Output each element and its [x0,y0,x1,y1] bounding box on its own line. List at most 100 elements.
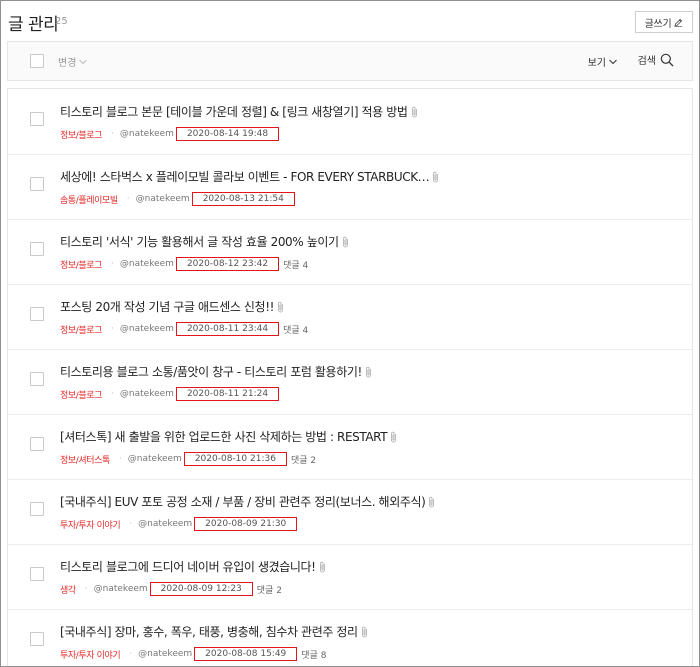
select-all-checkbox[interactable] [30,54,44,68]
paperclip-icon [361,626,367,638]
post-title-text: 티스토리 블로그 본문 [테이블 가운데 정렬] & [링크 새창열기] 적용 … [60,105,408,119]
meta-separator: · [129,519,133,529]
post-meta: 솜통/플레이모빌 · @natekeem 2020-08-13 21:54 [60,192,295,206]
post-title-link[interactable]: 포스팅 20개 작성 기념 구글 애드센스 신청!! [60,298,284,315]
post-row: [국내주식] 장마, 홍수, 폭우, 태풍, 병충해, 침수차 관련주 정리투자… [8,609,692,666]
pencil-icon [674,18,683,27]
post-checkbox[interactable] [30,632,44,646]
chevron-down-icon [79,59,88,64]
paperclip-icon [429,496,435,508]
meta-separator: · [111,259,114,269]
meta-separator: · [111,389,114,399]
post-category-link[interactable]: 투자/투자 이야기 [60,518,121,531]
post-title-link[interactable]: 티스토리 블로그에 드디어 네이버 유입이 생겼습니다! [60,558,326,575]
post-title-link[interactable]: 세상에! 스타벅스 x 플레이모빌 콜라보 이벤트 - FOR EVERY ST… [60,168,439,185]
post-title-link[interactable]: 티스토리 '서식' 기능 활용해서 글 작성 효율 200% 높이기 [60,233,349,250]
paperclip-icon [365,366,371,378]
paperclip-icon [391,431,397,443]
meta-separator: · [129,649,133,659]
post-count: 25 [55,16,68,27]
post-row: 포스팅 20개 작성 기념 구글 애드센스 신청!! 정보/블로그 · @nateke… [8,284,692,350]
post-checkbox[interactable] [30,307,44,321]
post-title-text: 티스토리용 블로그 소통/품앗이 창구 - 티스토리 포럼 활용하기! [60,365,362,379]
write-button-label: 글쓰기 [644,18,672,30]
post-list: 티스토리 블로그 본문 [테이블 가운데 정렬] & [링크 새창열기] 적용 … [7,88,693,666]
post-meta: 정보/블로그 · @natekeem 2020-08-14 19:48 [60,127,280,141]
change-dropdown-label: 변경 [58,58,77,69]
post-meta: 투자/투자 이야기 · @natekeem 2020-08-08 15:49 댓글 8 [60,647,326,661]
post-category-link[interactable]: 정보/블로그 [60,258,102,271]
post-author: @natekeem [135,194,190,204]
list-toolbar: 변경 보기 검색 [7,41,693,81]
meta-separator: · [126,194,130,204]
search-button[interactable]: 검색 [638,52,674,67]
post-meta: 투자/투자 이야기 · @natekeem 2020-08-09 21:30 [60,517,298,531]
write-button[interactable]: 글쓰기 [635,11,693,33]
post-category-link[interactable]: 생각 [60,583,76,596]
post-row: 티스토리 블로그에 드디어 네이버 유입이 생겼습니다! 생각 · @natekeem… [8,544,692,610]
post-checkbox[interactable] [30,242,44,256]
post-row: [셔터스톡] 새 출발을 위한 업로드한 사진 삭제하는 방법 : RESTAR… [8,414,692,480]
post-title-link[interactable]: 티스토리용 블로그 소통/품앗이 창구 - 티스토리 포럼 활용하기! [60,363,372,380]
chevron-down-icon [609,59,617,64]
post-comment-count[interactable]: 댓글 2 [257,583,282,596]
post-author: @natekeem [119,324,174,334]
post-date: 2020-08-11 21:24 [175,387,280,401]
post-date: 2020-08-08 15:49 [194,647,298,661]
post-checkbox[interactable] [30,437,44,451]
post-title-text: 티스토리 '서식' 기능 활용해서 글 작성 효율 200% 높이기 [60,235,339,249]
search-icon [660,53,674,66]
meta-separator: · [111,324,114,334]
change-dropdown[interactable]: 변경 [58,54,88,69]
post-title-link[interactable]: [셔터스톡] 새 출발을 위한 업로드한 사진 삭제하는 방법 : RESTAR… [60,428,397,445]
post-date: 2020-08-09 21:30 [194,517,298,531]
meta-separator: · [111,129,114,139]
post-category-link[interactable]: 정보/블로그 [60,128,102,141]
post-category-link[interactable]: 정보/블로그 [60,323,102,336]
post-category-link[interactable]: 솜통/플레이모빌 [60,193,118,206]
paperclip-icon [319,561,325,573]
post-row: 티스토리 '서식' 기능 활용해서 글 작성 효율 200% 높이기정보/블로그… [8,219,692,285]
post-date: 2020-08-14 19:48 [175,127,280,141]
post-date: 2020-08-13 21:54 [191,192,295,206]
post-category-link[interactable]: 정보/셔터스톡 [60,453,110,466]
paperclip-icon [433,171,439,183]
post-category-link[interactable]: 정보/블로그 [60,388,102,401]
post-date: 2020-08-10 21:36 [183,452,287,466]
post-meta: 정보/블로그 · @natekeem 2020-08-12 23:42 댓글 4 [60,257,308,271]
post-comment-count[interactable]: 댓글 4 [283,258,308,271]
post-checkbox[interactable] [30,567,44,581]
post-row: 세상에! 스타벅스 x 플레이모빌 콜라보 이벤트 - FOR EVERY ST… [8,154,692,220]
paperclip-icon [278,301,283,313]
post-title-text: 티스토리 블로그에 드디어 네이버 유입이 생겼습니다! [60,560,316,574]
post-category-link[interactable]: 투자/투자 이야기 [60,648,121,661]
post-comment-count[interactable]: 댓글 8 [301,648,326,661]
post-author: @natekeem [127,454,182,464]
post-title-text: [셔터스톡] 새 출발을 위한 업로드한 사진 삭제하는 방법 : RESTAR… [60,430,388,444]
post-checkbox[interactable] [30,502,44,516]
post-management-page: 글 관리 25 글쓰기 변경 보기 검색 티스토리 블로그 본문 [테이블 가운… [0,0,700,667]
post-author: @natekeem [119,389,174,399]
post-author: @natekeem [119,259,174,269]
post-title-text: 포스팅 20개 작성 기념 구글 애드센스 신청!! [60,300,275,314]
search-button-label: 검색 [637,56,656,67]
post-meta: 정보/블로그 · @natekeem 2020-08-11 23:44 댓글 4 [60,322,308,336]
post-comment-count[interactable]: 댓글 4 [283,323,308,336]
post-checkbox[interactable] [30,177,44,191]
paperclip-icon [342,236,348,248]
post-title-link[interactable]: 티스토리 블로그 본문 [테이블 가운데 정렬] & [링크 새창열기] 적용 … [60,103,418,120]
post-comment-count[interactable]: 댓글 2 [291,453,316,466]
post-title-text: [국내주식] 장마, 홍수, 폭우, 태풍, 병충해, 침수차 관련주 정리 [60,625,358,639]
view-dropdown-label: 보기 [587,58,606,69]
post-meta: 정보/블로그 · @natekeem 2020-08-11 21:24 [60,387,280,401]
post-title-link[interactable]: [국내주식] EUV 포토 공정 소재 / 부품 / 장비 관련주 정리(보너스… [60,493,435,510]
post-date: 2020-08-12 23:42 [175,257,280,271]
view-dropdown[interactable]: 보기 [588,54,617,69]
meta-separator: · [84,584,88,594]
post-title-text: [국내주식] EUV 포토 공정 소재 / 부품 / 장비 관련주 정리(보너스… [60,495,426,509]
post-checkbox[interactable] [30,372,44,386]
post-row: [국내주식] EUV 포토 공정 소재 / 부품 / 장비 관련주 정리(보너스… [8,479,692,545]
post-author: @natekeem [119,129,174,139]
post-checkbox[interactable] [30,112,44,126]
post-title-link[interactable]: [국내주식] 장마, 홍수, 폭우, 태풍, 병충해, 침수차 관련주 정리 [60,623,368,640]
